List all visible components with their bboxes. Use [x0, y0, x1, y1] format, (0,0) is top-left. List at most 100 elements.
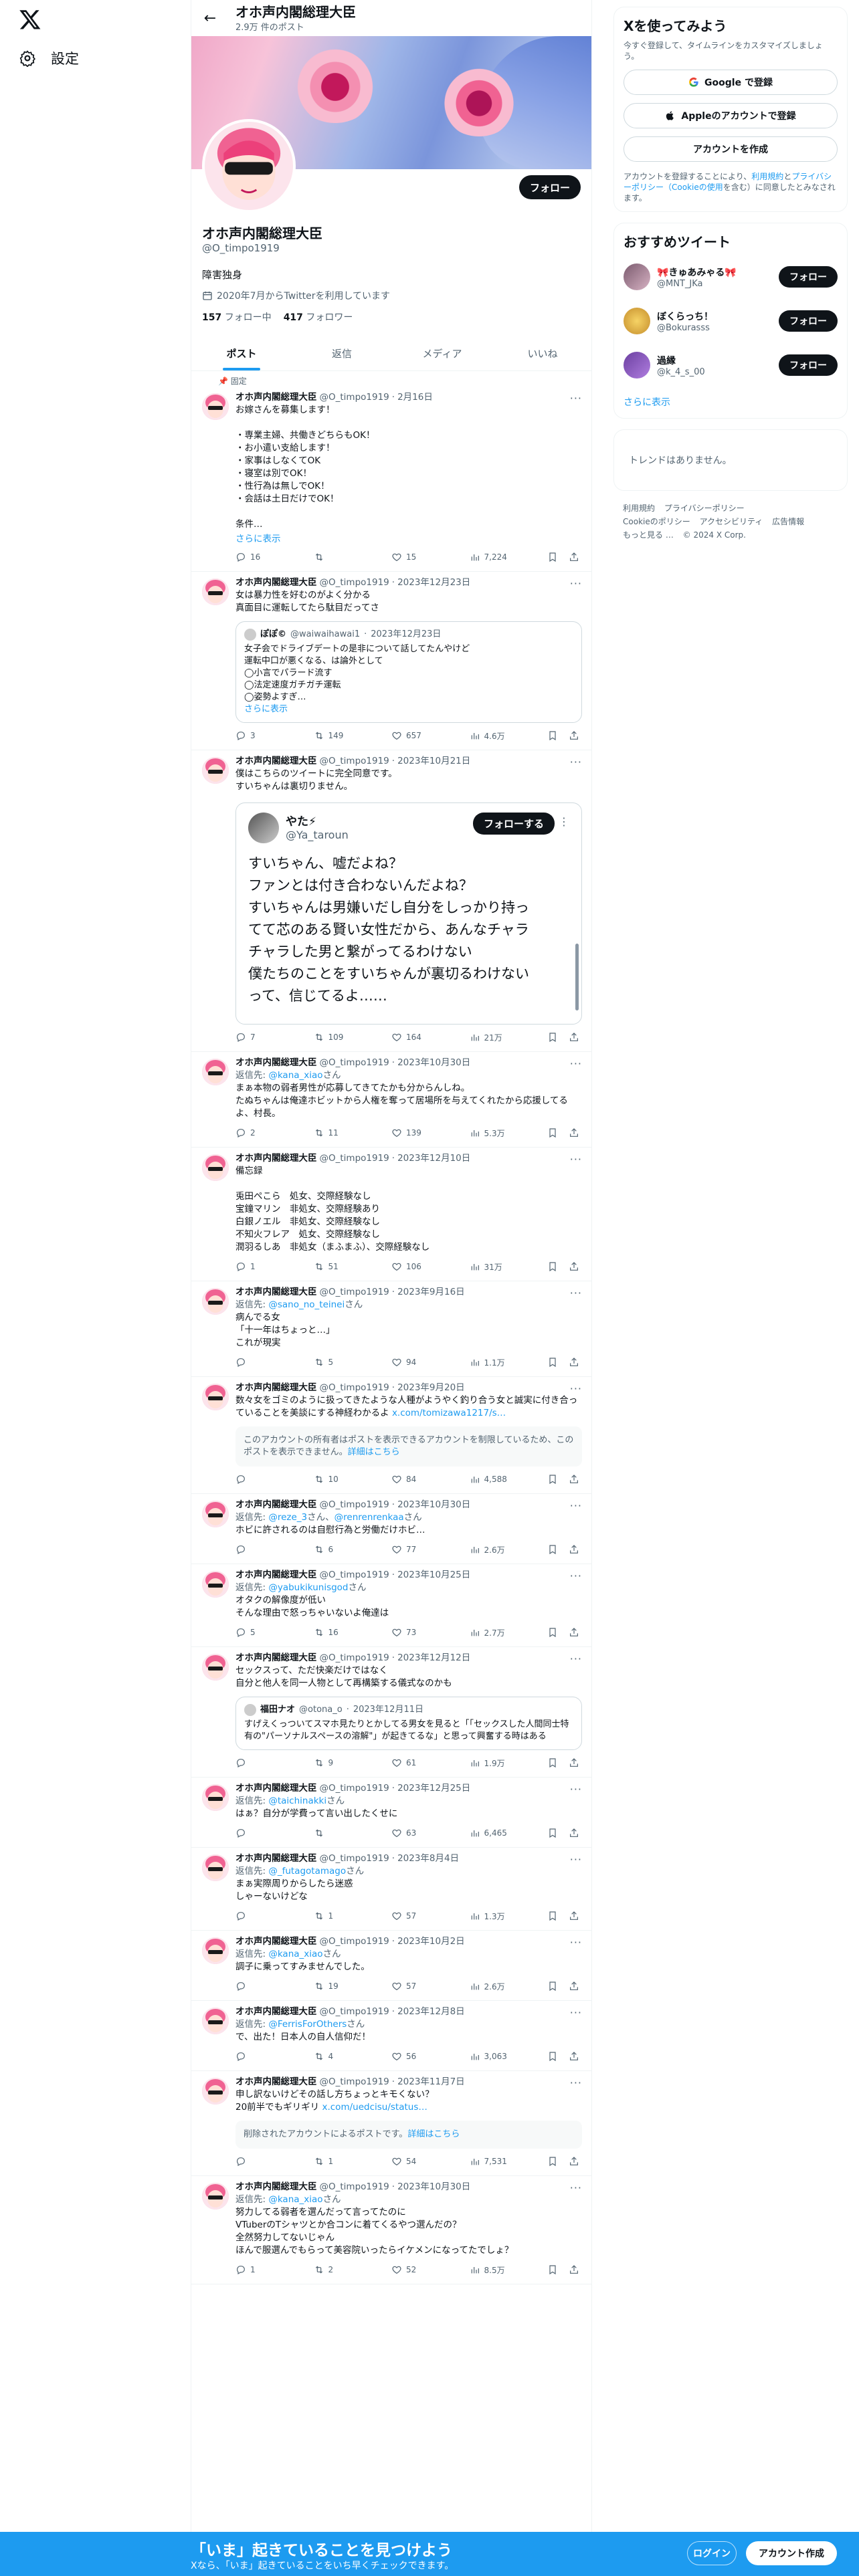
views-button[interactable]: 31万: [470, 1261, 512, 1273]
repost-button[interactable]: [314, 1828, 357, 1838]
reply-to-handle[interactable]: @_futagotamago: [268, 1866, 346, 1876]
more-options-icon[interactable]: ···: [570, 392, 582, 405]
reply-button[interactable]: [235, 1757, 278, 1768]
tweet-author-handle[interactable]: @O_timpo1919: [320, 576, 389, 589]
repost-button[interactable]: 4: [314, 2051, 357, 2062]
views-button[interactable]: 3,063: [470, 2051, 512, 2062]
signup-button[interactable]: アカウント作成: [746, 2541, 837, 2565]
repost-button[interactable]: 109: [314, 1032, 357, 1043]
bookmark-button[interactable]: [547, 1911, 558, 1921]
tweet-date[interactable]: 2023年12月10日: [397, 1152, 470, 1165]
following-link[interactable]: 157 フォロー中: [202, 310, 272, 324]
share-button[interactable]: [569, 1757, 579, 1768]
reply-to-handle[interactable]: @kana_xiao: [268, 1949, 322, 1959]
avatar[interactable]: [202, 757, 229, 784]
more-options-icon[interactable]: ···: [570, 1153, 582, 1166]
bookmark-button[interactable]: [547, 1128, 558, 1138]
tweet[interactable]: ··· オホ声内閣総理大臣 @O_timpo1919 · 2023年10月21日 僕はこち…: [191, 750, 591, 1052]
more-options-icon[interactable]: ···: [570, 1499, 582, 1512]
more-options-icon[interactable]: ⋮: [559, 815, 569, 828]
repost-button[interactable]: 9: [314, 1757, 357, 1768]
share-button[interactable]: [569, 1544, 579, 1555]
tweet-date[interactable]: 2023年10月30日: [397, 2180, 470, 2193]
views-button[interactable]: 2.6万: [470, 1981, 512, 1992]
more-options-icon[interactable]: ···: [570, 577, 582, 590]
show-more-link[interactable]: さらに表示: [235, 531, 582, 544]
repost-button[interactable]: 11: [314, 1128, 357, 1138]
footer-link[interactable]: 広告情報: [772, 517, 804, 526]
like-button[interactable]: 77: [391, 1544, 434, 1555]
avatar[interactable]: [202, 1288, 229, 1315]
more-options-icon[interactable]: ···: [570, 1287, 582, 1299]
tweet[interactable]: ··· オホ声内閣総理大臣 @O_timpo1919 · 2023年10月25日 返信先:…: [191, 1564, 591, 1647]
bookmark-button[interactable]: [547, 1474, 558, 1485]
reply-button[interactable]: [235, 1911, 278, 1921]
bookmark-button[interactable]: [547, 1627, 558, 1638]
tweet-author-handle[interactable]: @O_timpo1919: [320, 1285, 389, 1299]
tweet-date[interactable]: 2023年9月20日: [397, 1381, 465, 1394]
quoted-tweet[interactable]: ぽぽ© @waiwaihawai1 · 2023年12月23日 女子会でドライブデートの…: [235, 621, 582, 723]
tab-replies[interactable]: 返信: [292, 336, 392, 370]
more-options-icon[interactable]: ···: [570, 1783, 582, 1796]
avatar[interactable]: [202, 1937, 229, 1964]
reply-to-handle[interactable]: @kana_xiao: [268, 2194, 322, 2205]
x-logo-icon[interactable]: [19, 8, 41, 31]
tweet-author-name[interactable]: オホ声内閣総理大臣: [235, 754, 317, 768]
repost-button[interactable]: 149: [314, 730, 357, 741]
like-button[interactable]: 657: [391, 730, 434, 741]
views-button[interactable]: 1.9万: [470, 1757, 512, 1769]
like-button[interactable]: 15: [391, 552, 434, 562]
share-button[interactable]: [569, 1627, 579, 1638]
share-button[interactable]: [569, 1911, 579, 1921]
like-button[interactable]: 73: [391, 1627, 434, 1638]
reply-button[interactable]: 3: [235, 730, 278, 741]
tweet-author-handle[interactable]: @O_timpo1919: [320, 2180, 389, 2193]
quoted-tweet[interactable]: 福田ナオ @otona_o · 2023年12月11日 すげえくっついてスマホ見たりとか…: [235, 1697, 582, 1750]
repost-button[interactable]: 51: [314, 1261, 357, 1272]
more-options-icon[interactable]: ···: [570, 1057, 582, 1070]
reply-button[interactable]: [235, 1828, 278, 1838]
tweet-author-name[interactable]: オホ声内閣総理大臣: [235, 1498, 317, 1511]
avatar[interactable]: [624, 308, 650, 334]
share-button[interactable]: [569, 1828, 579, 1838]
tweet-date[interactable]: 2023年8月4日: [397, 1852, 459, 1865]
bookmark-button[interactable]: [547, 2264, 558, 2275]
like-button[interactable]: 164: [391, 1032, 434, 1043]
repost-button[interactable]: 1: [314, 2156, 357, 2167]
tab-media[interactable]: メディア: [392, 336, 492, 370]
more-options-icon[interactable]: ···: [570, 756, 582, 768]
tweet-author-name[interactable]: オホ声内閣総理大臣: [235, 1152, 317, 1165]
tweet[interactable]: ··· オホ声内閣総理大臣 @O_timpo1919 · 2023年8月4日 返信先: @…: [191, 1848, 591, 1931]
tweet-author-handle[interactable]: @O_timpo1919: [320, 1852, 389, 1865]
like-button[interactable]: 57: [391, 1911, 434, 1921]
tweet[interactable]: ··· オホ声内閣総理大臣 @O_timpo1919 · 2023年11月7日 申し訳ない…: [191, 2071, 591, 2176]
tweet[interactable]: ··· オホ声内閣総理大臣 @O_timpo1919 · 2023年10月30日 返信先:…: [191, 1052, 591, 1148]
reply-to-handle[interactable]: @reze_3: [268, 1512, 307, 1523]
avatar[interactable]: [202, 1059, 229, 1085]
reply-button[interactable]: 5: [235, 1627, 278, 1638]
avatar[interactable]: [202, 1571, 229, 1598]
views-button[interactable]: 21万: [470, 1032, 512, 1043]
tweet-author-handle[interactable]: @O_timpo1919: [320, 754, 389, 768]
tweet-author-name[interactable]: オホ声内閣総理大臣: [235, 2005, 317, 2018]
tweet[interactable]: ··· オホ声内閣総理大臣 @O_timpo1919 · 2023年9月20日 数々女をゴ…: [191, 1377, 591, 1494]
tweet-author-handle[interactable]: @O_timpo1919: [320, 1498, 389, 1511]
bookmark-button[interactable]: [547, 1757, 558, 1768]
reply-button[interactable]: [235, 1357, 278, 1368]
create-account-button[interactable]: アカウントを作成: [624, 136, 838, 162]
bookmark-button[interactable]: [547, 1828, 558, 1838]
nav-settings[interactable]: 設定: [19, 48, 79, 68]
repost-button[interactable]: 16: [314, 1627, 357, 1638]
footer-link[interactable]: 利用規約: [623, 504, 655, 513]
tab-likes[interactable]: いいね: [492, 336, 591, 370]
repost-button[interactable]: 2: [314, 2264, 357, 2275]
share-button[interactable]: [569, 552, 579, 562]
reply-button[interactable]: [235, 1981, 278, 1992]
reply-button[interactable]: [235, 2156, 278, 2167]
tweet-link[interactable]: x.com/uedcisu/status…: [322, 2102, 427, 2113]
embed-follow-button[interactable]: フォローする: [472, 813, 555, 835]
views-button[interactable]: 4.6万: [470, 730, 512, 742]
followers-link[interactable]: 417 フォロワー: [284, 310, 353, 324]
tweet-date[interactable]: 2023年10月2日: [397, 1935, 465, 1948]
tweet[interactable]: ··· オホ声内閣総理大臣 @O_timpo1919 · 2023年10月2日 返信先: …: [191, 1931, 591, 2001]
